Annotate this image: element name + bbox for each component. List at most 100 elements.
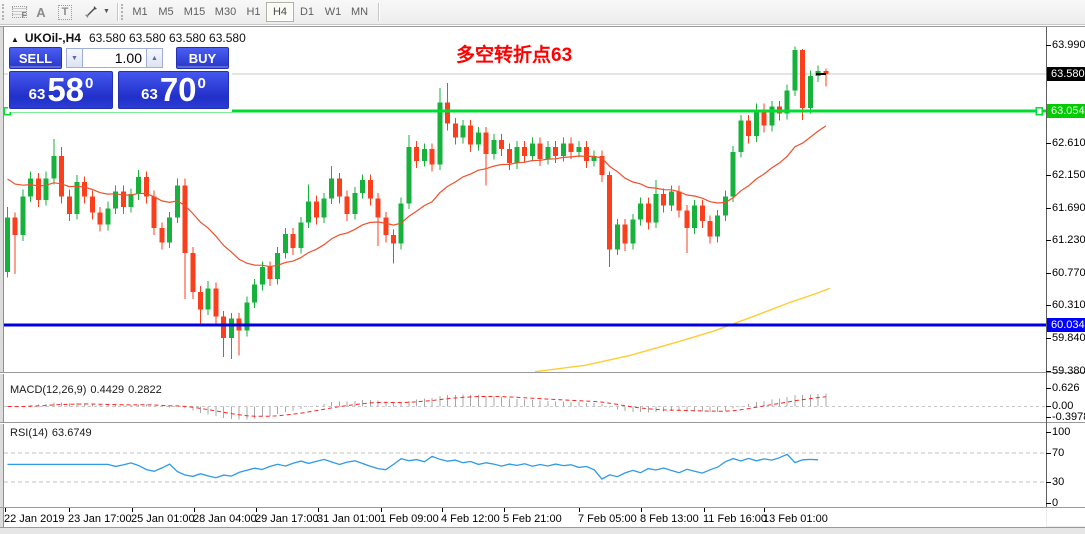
candle-body[interactable] <box>723 196 728 215</box>
toolbar-grip[interactable] <box>2 4 5 20</box>
candle-body[interactable] <box>152 196 157 228</box>
toolbar-grip-2[interactable] <box>121 4 124 20</box>
candle-body[interactable] <box>792 50 797 90</box>
candle-body[interactable] <box>51 156 56 179</box>
candle-body[interactable] <box>569 143 574 151</box>
candle-body[interactable] <box>669 191 674 205</box>
candle-body[interactable] <box>738 121 743 152</box>
candle-body[interactable] <box>221 317 226 338</box>
candle-body[interactable] <box>206 288 211 309</box>
candle-body[interactable] <box>329 179 334 199</box>
candle-body[interactable] <box>746 121 751 137</box>
macd-indicator-canvas[interactable] <box>4 374 1046 422</box>
candle-body[interactable] <box>376 198 381 217</box>
text-tool-icon[interactable]: A <box>31 3 51 21</box>
candle-body[interactable] <box>653 194 658 222</box>
candle-body[interactable] <box>383 218 388 236</box>
candle-body[interactable] <box>491 140 496 154</box>
timeframe-button-m15[interactable]: M15 <box>179 2 210 22</box>
candle-body[interactable] <box>314 201 319 217</box>
candle-body[interactable] <box>252 285 257 303</box>
candle-body[interactable] <box>345 196 350 214</box>
candle-body[interactable] <box>576 147 581 152</box>
candle-body[interactable] <box>28 179 33 197</box>
ma-slow-line[interactable] <box>535 288 830 371</box>
candle-body[interactable] <box>468 126 473 145</box>
candle-body[interactable] <box>322 198 327 217</box>
chart-annotation-text[interactable]: 多空转折点63 <box>456 40 572 67</box>
candle-body[interactable] <box>708 221 713 237</box>
candle-body[interactable] <box>507 149 512 163</box>
lot-decrease-button[interactable]: ▼ <box>66 48 83 68</box>
candle-body[interactable] <box>121 191 126 207</box>
candle-body[interactable] <box>98 213 103 225</box>
line-end-marker[interactable] <box>1036 108 1042 115</box>
candle-body[interactable] <box>677 191 682 210</box>
bid-price-box[interactable]: 63580 <box>9 71 113 109</box>
timeframe-button-h1[interactable]: H1 <box>241 2 266 22</box>
candle-body[interactable] <box>13 218 18 236</box>
candle-body[interactable] <box>283 234 288 253</box>
candle-body[interactable] <box>584 147 589 161</box>
candle-body[interactable] <box>754 109 759 136</box>
candle-body[interactable] <box>638 203 643 219</box>
candle-body[interactable] <box>291 234 296 248</box>
candle-body[interactable] <box>20 196 25 235</box>
candle-body[interactable] <box>553 147 558 156</box>
candle-body[interactable] <box>36 179 41 200</box>
candle-body[interactable] <box>129 194 134 207</box>
sell-button[interactable]: SELL <box>9 47 62 69</box>
candle-body[interactable] <box>352 193 357 214</box>
candle-body[interactable] <box>67 196 72 214</box>
candle-body[interactable] <box>715 215 720 236</box>
candle-body[interactable] <box>229 319 234 338</box>
candle-body[interactable] <box>360 180 365 193</box>
candle-body[interactable] <box>5 218 10 272</box>
candle-body[interactable] <box>260 267 265 285</box>
candle-body[interactable] <box>545 147 550 159</box>
timeframe-button-m5[interactable]: M5 <box>153 2 179 22</box>
price-scale-separator[interactable] <box>1046 27 1047 507</box>
buy-button[interactable]: BUY <box>176 47 229 69</box>
lot-increase-button[interactable]: ▲ <box>146 48 163 68</box>
candle-body[interactable] <box>198 292 203 310</box>
candle-body[interactable] <box>700 206 705 222</box>
candle-body[interactable] <box>692 206 697 229</box>
rsi-indicator-canvas[interactable] <box>4 424 1046 507</box>
candle-body[interactable] <box>538 143 543 159</box>
text-label-tool-icon[interactable]: T <box>55 3 75 21</box>
candle-body[interactable] <box>476 133 481 145</box>
candle-body[interactable] <box>460 126 465 138</box>
lot-size-input[interactable] <box>83 48 146 68</box>
timeframe-button-h4[interactable]: H4 <box>266 2 294 22</box>
candle-body[interactable] <box>267 267 272 279</box>
timeframe-button-m30[interactable]: M30 <box>210 2 241 22</box>
candle-body[interactable] <box>337 179 342 197</box>
candle-body[interactable] <box>368 180 373 198</box>
candle-body[interactable] <box>190 253 195 292</box>
candle-body[interactable] <box>422 149 427 161</box>
candle-body[interactable] <box>522 147 527 156</box>
candle-body[interactable] <box>82 182 87 196</box>
candle-body[interactable] <box>646 203 651 222</box>
candle-body[interactable] <box>90 196 95 212</box>
candle-body[interactable] <box>561 143 566 156</box>
candle-body[interactable] <box>306 201 311 222</box>
candle-body[interactable] <box>105 208 110 224</box>
candle-body[interactable] <box>623 225 628 244</box>
candle-body[interactable] <box>167 218 172 243</box>
candle-body[interactable] <box>800 50 805 108</box>
timeframe-button-d1[interactable]: D1 <box>294 2 320 22</box>
candle-body[interactable] <box>136 177 141 194</box>
candle-body[interactable] <box>769 107 774 126</box>
candle-body[interactable] <box>731 152 736 197</box>
candle-body[interactable] <box>808 76 813 108</box>
candle-body[interactable] <box>213 288 218 316</box>
chart-grid-f-icon[interactable]: F <box>9 3 29 21</box>
candle-body[interactable] <box>406 147 411 204</box>
arrows-dropdown-caret-icon[interactable]: ▼ <box>103 8 110 15</box>
candle-body[interactable] <box>414 147 419 161</box>
candle-body[interactable] <box>453 123 458 137</box>
candle-body[interactable] <box>684 210 689 228</box>
candle-body[interactable] <box>607 175 612 249</box>
